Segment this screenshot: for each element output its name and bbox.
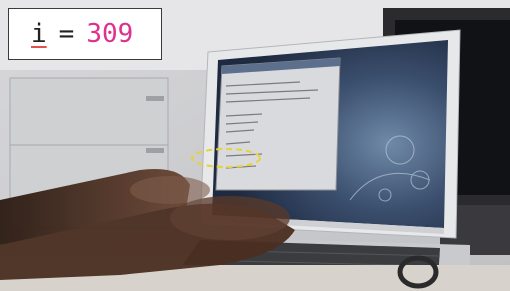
video-frame: i = 309 [0, 0, 510, 291]
counter-variable: i [31, 19, 47, 49]
counter-value: 309 [86, 19, 134, 49]
frame-counter-label: i = 309 [8, 8, 162, 60]
counter-equals: = [58, 19, 75, 49]
